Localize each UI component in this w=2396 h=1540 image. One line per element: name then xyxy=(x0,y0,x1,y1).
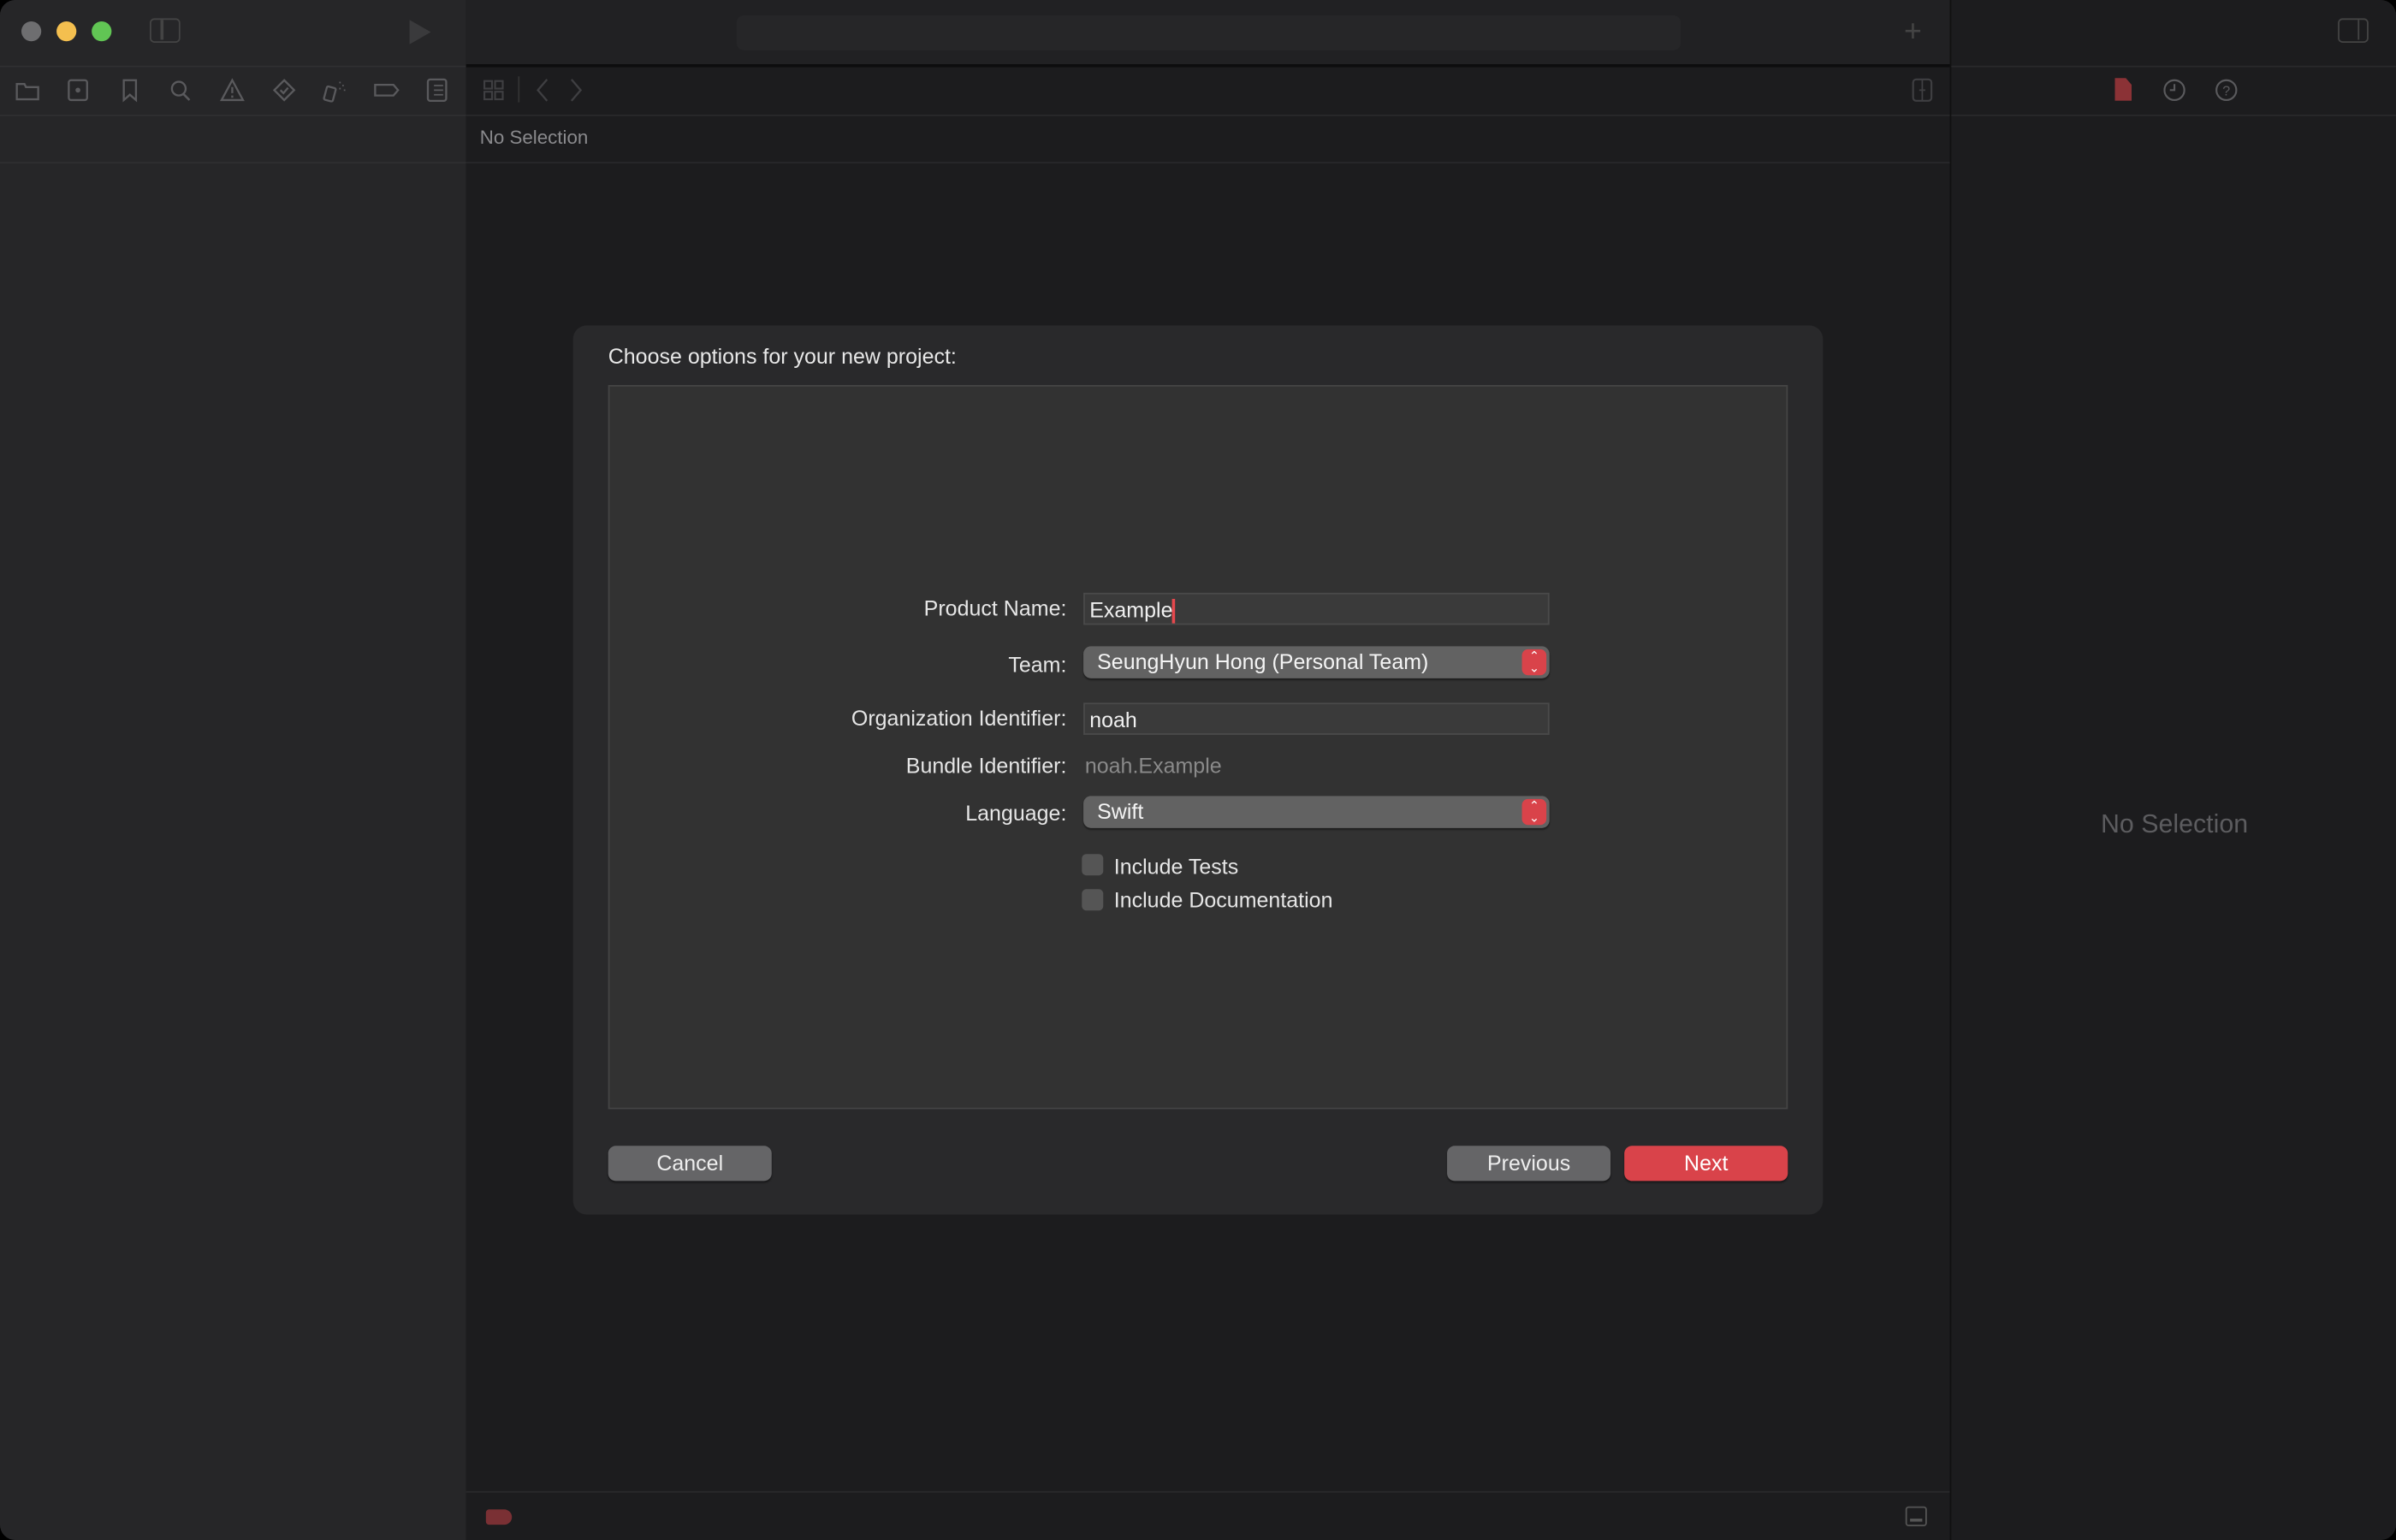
editor-no-selection: No Selection xyxy=(479,127,589,149)
breakpoint-icon[interactable] xyxy=(373,78,400,103)
close-button[interactable] xyxy=(21,21,42,42)
text-cursor xyxy=(1172,599,1177,625)
run-icon[interactable] xyxy=(409,20,431,44)
svg-text:?: ? xyxy=(2222,84,2230,99)
breakpoints-toggle-icon[interactable] xyxy=(485,1509,513,1525)
previous-button[interactable]: Previous xyxy=(1447,1146,1611,1182)
file-icon[interactable] xyxy=(2114,78,2132,101)
xcode-window: + No Selection ? No Selection Choose opt… xyxy=(0,0,2396,1540)
sidebar-toggle-icon[interactable] xyxy=(149,18,181,43)
options-panel xyxy=(608,384,1788,1110)
folder-icon[interactable] xyxy=(14,78,41,103)
language-popup[interactable]: Swift ⌃ ⌄ xyxy=(1083,796,1550,828)
report-icon[interactable] xyxy=(424,78,451,103)
add-editor-icon[interactable] xyxy=(1908,78,1936,103)
language-label: Language: xyxy=(965,800,1067,826)
include-documentation-label[interactable]: Include Documentation xyxy=(1114,887,1333,912)
org-identifier-label: Organization Identifier: xyxy=(851,705,1067,731)
inspector-panel: ? No Selection xyxy=(1949,0,2396,1540)
cancel-button[interactable]: Cancel xyxy=(608,1146,772,1182)
debug-area-toggle-icon[interactable] xyxy=(1905,1506,1927,1526)
popup-chevrons-icon: ⌃ ⌄ xyxy=(1521,798,1547,826)
history-icon[interactable] xyxy=(2161,78,2188,103)
forward-chevron-icon[interactable] xyxy=(562,78,590,103)
team-popup[interactable]: SeungHyun Hong (Personal Team) ⌃ ⌄ xyxy=(1083,646,1550,678)
include-documentation-checkbox[interactable] xyxy=(1082,889,1104,911)
zoom-button[interactable] xyxy=(92,21,112,42)
product-name-label: Product Name: xyxy=(923,595,1067,620)
activity-bar xyxy=(736,15,1681,50)
include-tests-label[interactable]: Include Tests xyxy=(1114,854,1238,879)
help-icon[interactable]: ? xyxy=(2213,78,2240,103)
source-control-icon[interactable] xyxy=(64,78,92,103)
bundle-identifier-value: noah.Example xyxy=(1084,753,1222,778)
dialog-title: Choose options for your new project: xyxy=(608,343,957,369)
product-name-input[interactable]: Example xyxy=(1083,592,1550,625)
team-value: SeungHyun Hong (Personal Team) xyxy=(1097,649,1429,674)
bundle-identifier-label: Bundle Identifier: xyxy=(905,753,1067,778)
popup-chevrons-icon: ⌃ ⌄ xyxy=(1521,649,1547,676)
warning-icon[interactable] xyxy=(218,78,246,103)
next-button[interactable]: Next xyxy=(1624,1146,1788,1182)
team-label: Team: xyxy=(1008,652,1067,678)
search-icon[interactable] xyxy=(167,78,194,103)
back-chevron-icon[interactable] xyxy=(529,78,556,103)
test-icon[interactable] xyxy=(270,78,298,103)
bookmark-icon[interactable] xyxy=(116,78,144,103)
navigator-panel xyxy=(0,0,468,1540)
minimize-button[interactable] xyxy=(56,21,77,42)
inspector-no-selection: No Selection xyxy=(2100,809,2249,839)
debug-spray-icon[interactable] xyxy=(321,78,348,103)
language-value: Swift xyxy=(1097,798,1144,824)
product-name-value: Example xyxy=(1089,597,1173,622)
grid-icon[interactable] xyxy=(480,78,507,103)
org-identifier-input[interactable]: noah xyxy=(1083,702,1550,735)
inspector-toggle-icon[interactable] xyxy=(2338,18,2369,43)
include-tests-checkbox[interactable] xyxy=(1082,854,1104,876)
add-icon[interactable]: + xyxy=(1904,17,1922,48)
